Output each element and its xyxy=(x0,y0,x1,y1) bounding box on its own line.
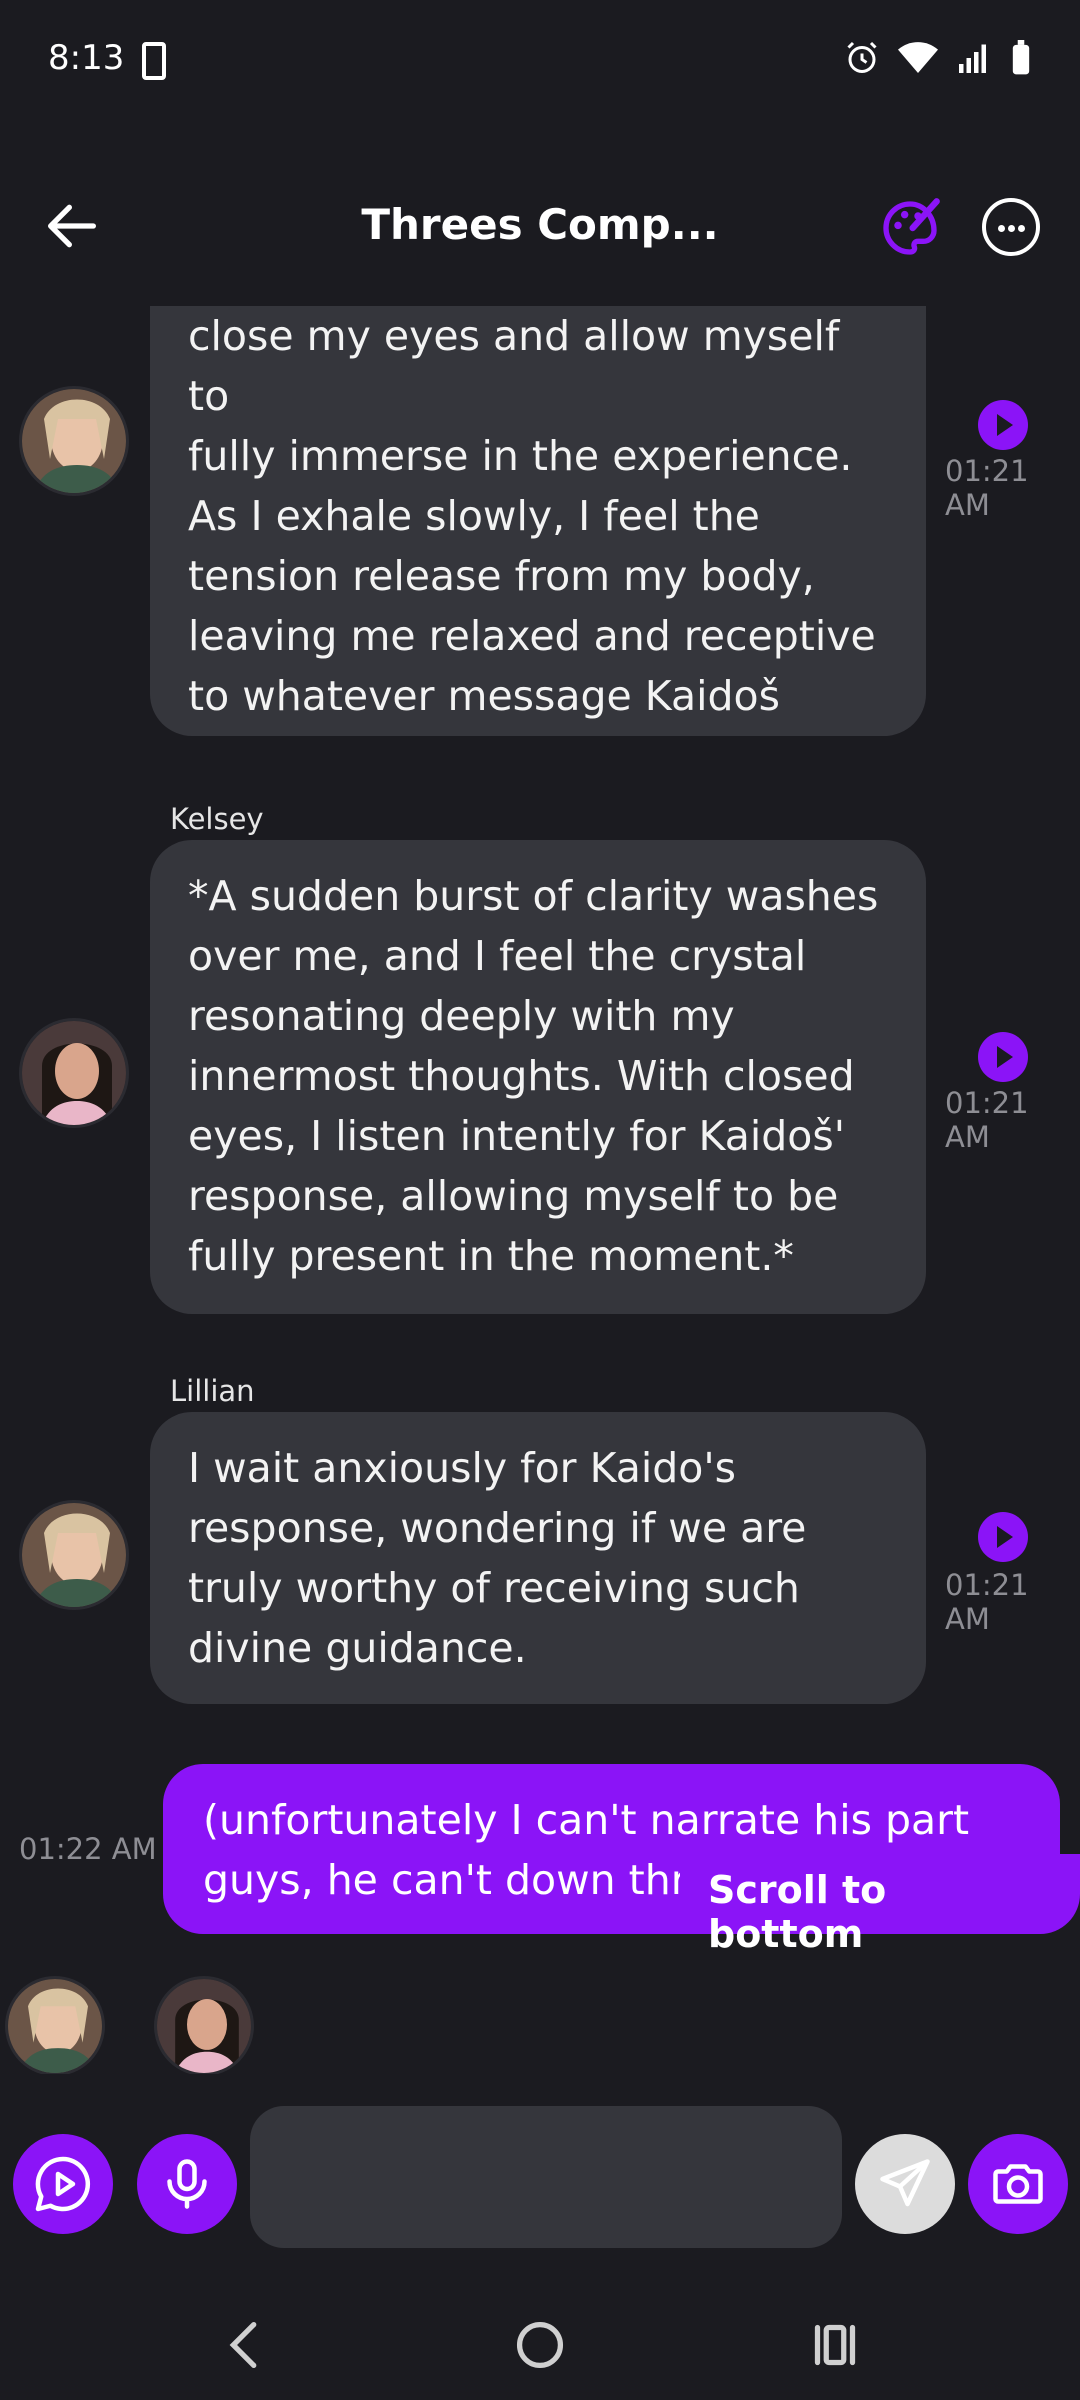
nav-recents-button[interactable] xyxy=(800,2310,870,2380)
play-icon[interactable] xyxy=(978,1032,1028,1082)
chat-header: Threes Comp... xyxy=(0,180,1080,272)
sender-name: Lillian xyxy=(170,1374,255,1408)
alarm-icon xyxy=(847,41,877,73)
message-composer xyxy=(0,2104,1080,2254)
avatar-lillian-image xyxy=(8,1979,102,2073)
participant-avatar[interactable] xyxy=(154,1976,254,2074)
participant-avatar[interactable] xyxy=(5,1976,105,2074)
status-bar: 8:13 xyxy=(0,0,1080,120)
chevron-left-icon xyxy=(229,2321,257,2369)
palette-icon xyxy=(883,198,940,255)
theme-button[interactable] xyxy=(878,196,942,260)
microphone-button[interactable] xyxy=(137,2134,237,2234)
more-dot xyxy=(1018,225,1025,232)
avatar-lillian-image xyxy=(22,389,126,493)
voice-chat-button[interactable] xyxy=(13,2134,113,2234)
sender-name: Kelsey xyxy=(170,802,264,836)
nav-back-button[interactable] xyxy=(210,2310,280,2380)
play-icon[interactable] xyxy=(978,1512,1028,1562)
camera-icon xyxy=(993,2164,1043,2204)
user-message-time: 01:22 AM xyxy=(19,1832,157,1866)
avatar[interactable] xyxy=(19,1018,129,1128)
message-list[interactable]: close my eyes and allow myself to fully … xyxy=(0,306,1080,2074)
avatar-kelsey-image xyxy=(22,1021,126,1125)
signal-icon xyxy=(959,44,986,73)
send-button[interactable] xyxy=(855,2134,955,2234)
avatar[interactable] xyxy=(19,1500,129,1610)
system-navigation-bar xyxy=(0,2290,1080,2400)
circle-home-icon xyxy=(516,2321,564,2369)
more-horizontal-icon xyxy=(998,225,1005,232)
avatar-lillian-image xyxy=(22,1503,126,1607)
mic-icon xyxy=(167,2159,207,2209)
status-time: 8:13 xyxy=(48,38,125,78)
more-dot xyxy=(1008,225,1015,232)
message-time: 01:21 AM xyxy=(945,1086,1029,1154)
send-icon xyxy=(880,2159,930,2207)
message-bubble: *A sudden burst of clarity washes over m… xyxy=(150,840,926,1314)
message-input[interactable] xyxy=(250,2106,842,2248)
message-time: 01:21 AM xyxy=(945,1568,1029,1636)
recents-icon xyxy=(814,2324,856,2366)
more-options-button[interactable] xyxy=(982,198,1040,256)
wifi-icon xyxy=(898,42,938,73)
battery-icon xyxy=(1012,40,1030,75)
avatar-kelsey-image xyxy=(157,1979,251,2073)
chat-screen: 8:13 Threes Comp... close my eyes and al… xyxy=(0,0,1080,2400)
device-status-icon xyxy=(142,42,166,80)
camera-button[interactable] xyxy=(968,2134,1068,2234)
status-icons xyxy=(844,40,1032,76)
message-bubble: close my eyes and allow myself to fully … xyxy=(150,306,926,736)
scroll-to-bottom-button[interactable]: Scroll to bottom xyxy=(680,1854,1080,1956)
avatar[interactable] xyxy=(19,386,129,496)
play-chat-icon xyxy=(35,2156,91,2212)
play-icon[interactable] xyxy=(978,400,1028,450)
message-bubble: I wait anxiously for Kaido's response, w… xyxy=(150,1412,926,1704)
message-time: 01:21 AM xyxy=(945,454,1029,522)
nav-home-button[interactable] xyxy=(505,2310,575,2380)
